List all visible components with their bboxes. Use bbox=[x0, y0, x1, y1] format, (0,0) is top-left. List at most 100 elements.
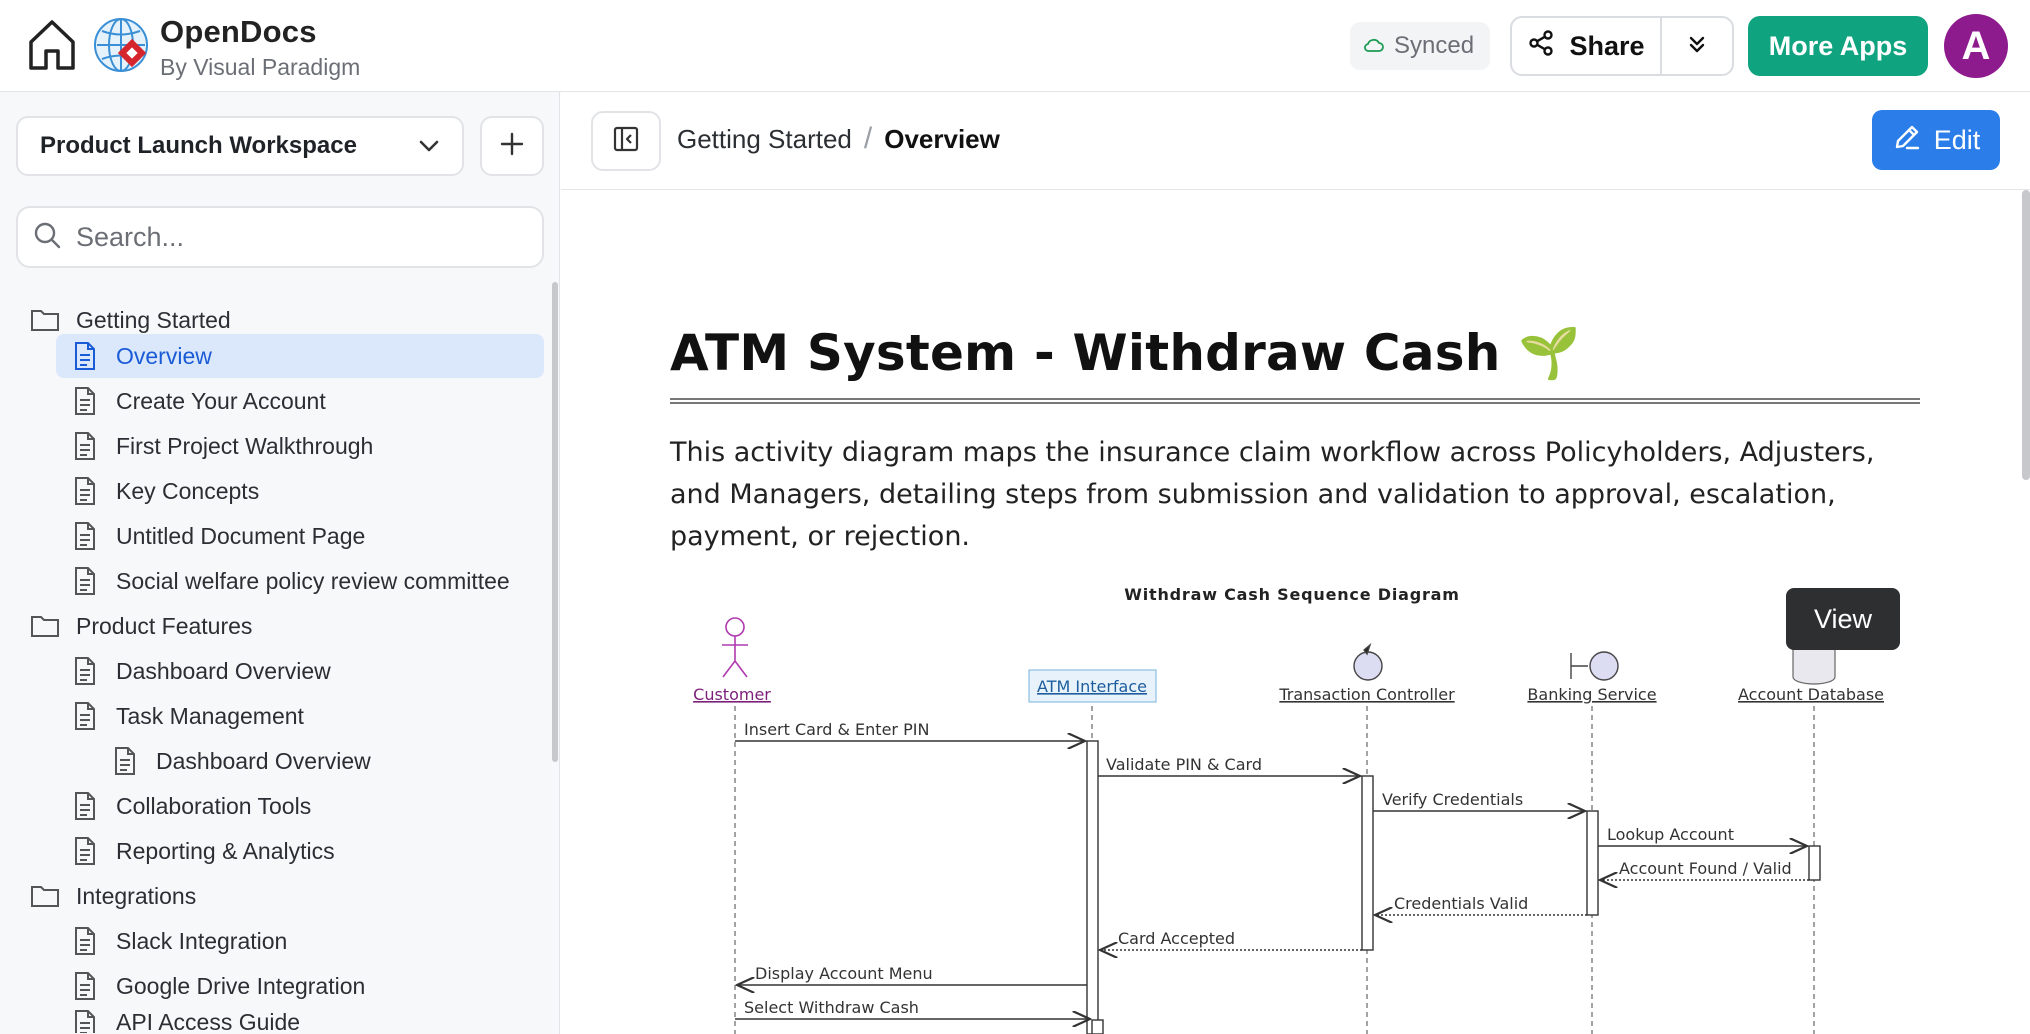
tree-label: Product Features bbox=[76, 612, 253, 639]
tree-page-reporting[interactable]: Reporting & Analytics bbox=[70, 829, 335, 873]
tree-page-untitled[interactable]: Untitled Document Page bbox=[70, 514, 365, 558]
seedling-emoji: 🌱 bbox=[1518, 324, 1581, 382]
folder-icon bbox=[30, 611, 60, 641]
title-divider bbox=[670, 398, 1920, 404]
tree-page-slack[interactable]: Slack Integration bbox=[70, 919, 287, 963]
tree-page-dashboard-overview-child[interactable]: Dashboard Overview bbox=[110, 739, 371, 783]
search-input[interactable] bbox=[76, 221, 516, 253]
share-label: Share bbox=[1569, 30, 1645, 61]
document-icon bbox=[70, 1009, 100, 1033]
tree-page-create-account[interactable]: Create Your Account bbox=[70, 379, 326, 423]
document-icon bbox=[70, 701, 100, 731]
page-header: Getting Started / Overview Edit bbox=[561, 92, 2030, 190]
messages: Insert Card & Enter PIN Validate PIN & C… bbox=[735, 720, 1809, 1019]
brand: OpenDocs By Visual Paradigm bbox=[160, 14, 360, 81]
message-label: Validate PIN & Card bbox=[1106, 755, 1262, 774]
edit-button[interactable]: Edit bbox=[1872, 110, 2000, 170]
document-description: This activity diagram maps the insurance… bbox=[670, 437, 1875, 552]
tree-label: API Access Guide bbox=[116, 1009, 301, 1033]
app-byline: By Visual Paradigm bbox=[160, 54, 361, 80]
document-icon bbox=[70, 656, 100, 686]
search-box bbox=[16, 206, 544, 268]
lifeline-atm-interface: ATM Interface bbox=[1037, 677, 1147, 696]
diagram-title: Withdraw Cash Sequence Diagram bbox=[1124, 585, 1459, 604]
message-label: Display Account Menu bbox=[755, 964, 933, 983]
tree-label: Collaboration Tools bbox=[116, 792, 312, 819]
tree-page-api-access[interactable]: API Access Guide bbox=[70, 1009, 300, 1033]
app-name: OpenDocs bbox=[160, 14, 317, 49]
tree-folder-product-features[interactable]: Product Features bbox=[30, 604, 252, 648]
control-icon bbox=[1353, 642, 1383, 681]
opendocs-logo bbox=[92, 16, 150, 74]
workspace-select[interactable]: Product Launch Workspace bbox=[16, 116, 464, 176]
message-label: Credentials Valid bbox=[1394, 894, 1528, 913]
sidebar: Product Launch Workspace Getting Started… bbox=[0, 92, 560, 1034]
breadcrumb: Getting Started / Overview bbox=[677, 122, 1000, 156]
tree-page-overview[interactable]: Overview bbox=[56, 334, 544, 378]
add-workspace-button[interactable] bbox=[480, 116, 544, 176]
document-icon bbox=[70, 386, 100, 416]
tree-folder-integrations[interactable]: Integrations bbox=[30, 874, 196, 918]
tree-page-key-concepts[interactable]: Key Concepts bbox=[70, 469, 259, 513]
document-icon bbox=[70, 521, 100, 551]
boundary-icon bbox=[1570, 651, 1619, 681]
folder-icon bbox=[30, 305, 60, 335]
search-icon bbox=[32, 220, 62, 255]
tree-label: Dashboard Overview bbox=[116, 657, 331, 684]
document-icon bbox=[70, 431, 100, 461]
home-icon[interactable] bbox=[24, 16, 80, 74]
tree-page-google-drive[interactable]: Google Drive Integration bbox=[70, 964, 365, 1008]
document-icon bbox=[70, 971, 100, 1001]
lifeline-account-database: Account Database bbox=[1738, 685, 1884, 704]
tree-label: Untitled Document Page bbox=[116, 522, 366, 549]
collapse-sidebar-button[interactable] bbox=[591, 111, 661, 171]
share-group: Share bbox=[1510, 16, 1734, 76]
tree-page-first-project[interactable]: First Project Walkthrough bbox=[70, 424, 373, 468]
tree-label: Key Concepts bbox=[116, 477, 260, 504]
tree-label: First Project Walkthrough bbox=[116, 432, 374, 459]
document-icon bbox=[70, 791, 100, 821]
message-label: Insert Card & Enter PIN bbox=[744, 720, 929, 739]
tree-label: Reporting & Analytics bbox=[116, 837, 335, 864]
sidebar-collapse-icon bbox=[612, 125, 640, 158]
share-icon bbox=[1527, 29, 1555, 64]
tree-label: Getting Started bbox=[76, 306, 231, 333]
workspace-name: Product Launch Workspace bbox=[40, 132, 357, 159]
edit-label: Edit bbox=[1933, 124, 1981, 155]
document-title-text: ATM System - Withdraw Cash bbox=[670, 324, 1501, 382]
share-button[interactable]: Share bbox=[1512, 18, 1662, 74]
tree-label: Task Management bbox=[116, 702, 304, 729]
tree-page-dashboard-overview[interactable]: Dashboard Overview bbox=[70, 649, 331, 693]
message-label: Card Accepted bbox=[1118, 929, 1235, 948]
more-apps-button[interactable]: More Apps bbox=[1748, 16, 1928, 76]
breadcrumb-current: Overview bbox=[884, 123, 1000, 154]
sidebar-scrollbar[interactable] bbox=[552, 282, 558, 762]
tree-label: Create Your Account bbox=[116, 387, 326, 414]
message-label: Lookup Account bbox=[1607, 825, 1734, 844]
document-title: ATM System - Withdraw Cash 🌱 bbox=[670, 324, 1581, 383]
message-label: Verify Credentials bbox=[1382, 790, 1523, 809]
message-label: Select Withdraw Cash bbox=[744, 998, 919, 1017]
tree-page-collaboration[interactable]: Collaboration Tools bbox=[70, 784, 311, 828]
document-icon bbox=[70, 926, 100, 956]
view-diagram-button[interactable]: View bbox=[1786, 588, 1900, 650]
tree-label: Dashboard Overview bbox=[156, 747, 371, 774]
content-scrollbar[interactable] bbox=[2022, 190, 2030, 480]
chevrons-down-icon bbox=[1686, 33, 1708, 60]
tree-label: Google Drive Integration bbox=[116, 972, 366, 999]
pencil-icon bbox=[1892, 122, 1922, 159]
tree-page-task-management[interactable]: Task Management bbox=[70, 694, 304, 738]
breadcrumb-root[interactable]: Getting Started bbox=[677, 124, 852, 155]
tree-label: Overview bbox=[116, 342, 212, 369]
document-icon bbox=[110, 746, 140, 776]
activation-bars bbox=[1086, 740, 1821, 1034]
folder-icon bbox=[30, 881, 60, 911]
sequence-diagram[interactable]: Withdraw Cash Sequence Diagram Customer … bbox=[670, 575, 1920, 1034]
user-avatar[interactable]: A bbox=[1944, 14, 2008, 78]
plus-icon bbox=[499, 131, 525, 162]
tree-page-social-welfare[interactable]: Social welfare policy review committee bbox=[70, 559, 510, 603]
lifeline-banking-service: Banking Service bbox=[1527, 685, 1656, 704]
breadcrumb-separator: / bbox=[863, 122, 873, 155]
chevron-down-icon bbox=[418, 132, 440, 160]
share-options-button[interactable] bbox=[1662, 18, 1732, 74]
